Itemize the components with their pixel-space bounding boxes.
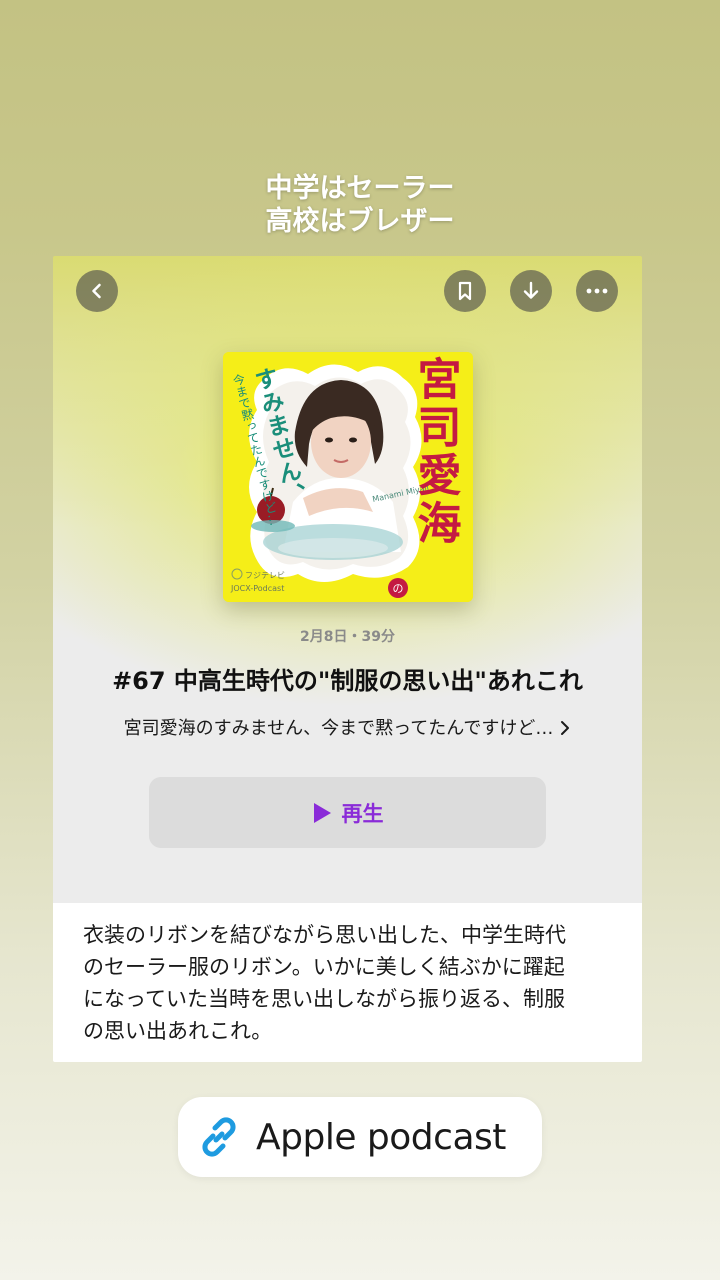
show-name: 宮司愛海のすみません、今まで黙ってたんですけど… [123,718,554,739]
story-caption-line-1: 中学はセーラー [265,173,455,204]
ellipsis-icon [586,288,608,294]
description-panel: 衣装のリボンを結びながら思い出した、中学生時代 のセーラー服のリボン。いかに美し… [53,903,642,1062]
link-label: Apple podcast [256,1116,506,1158]
back-button[interactable] [76,270,118,312]
artwork-title-no: の [393,582,404,595]
description-line: のセーラー服のリボン。いかに美しく結ぶかに躍起 [83,955,565,979]
chevron-left-icon [92,283,101,299]
artwork-title: 宮司愛海 [410,356,462,548]
episode-meta: 2月8日・39分 [300,629,395,645]
download-icon [523,281,539,299]
episode-title: #67 中高生時代の"制服の思い出"あれこれ [112,667,583,695]
chevron-right-icon [561,721,570,735]
story-caption: 中学はセーラー 高校はブレザー [0,172,720,238]
podcast-artwork: Manami Miyaji 宮司愛海 の すみません、 今まで黙ってたんですけど… [223,352,473,602]
description-line: 衣装のリボンを結びながら思い出した、中学生時代 [83,923,566,947]
bookmark-icon [458,281,472,301]
episode-description: 衣装のリボンを結びながら思い出した、中学生時代 のセーラー服のリボン。いかに美し… [83,919,613,1047]
bookmark-button[interactable] [444,270,486,312]
link-icon [202,1117,236,1157]
more-button[interactable] [576,270,618,312]
link-sticker[interactable]: Apple podcast [178,1097,542,1177]
description-line: になっていた当時を思い出しながら振り返る、制服 [83,987,565,1011]
story-caption-line-2: 高校はブレザー [265,206,455,237]
play-label: 再生 [341,801,384,826]
artwork-network-sub: JOCX-Podcast [230,584,284,593]
download-button[interactable] [510,270,552,312]
artwork-network-logo: フジテレビ [245,571,285,580]
podcast-episode-card[interactable]: Manami Miyaji 宮司愛海 の すみません、 今まで黙ってたんですけど… [53,256,642,1062]
play-button[interactable]: 再生 [149,777,546,848]
description-line: の思い出あれこれ。 [83,1019,273,1043]
play-icon [313,802,331,823]
artwork-graphic: Manami Miyaji 宮司愛海 の すみません、 今まで黙ってたんですけど… [223,352,473,602]
show-name-link[interactable]: 宮司愛海のすみません、今まで黙ってたんですけど… [53,714,642,740]
